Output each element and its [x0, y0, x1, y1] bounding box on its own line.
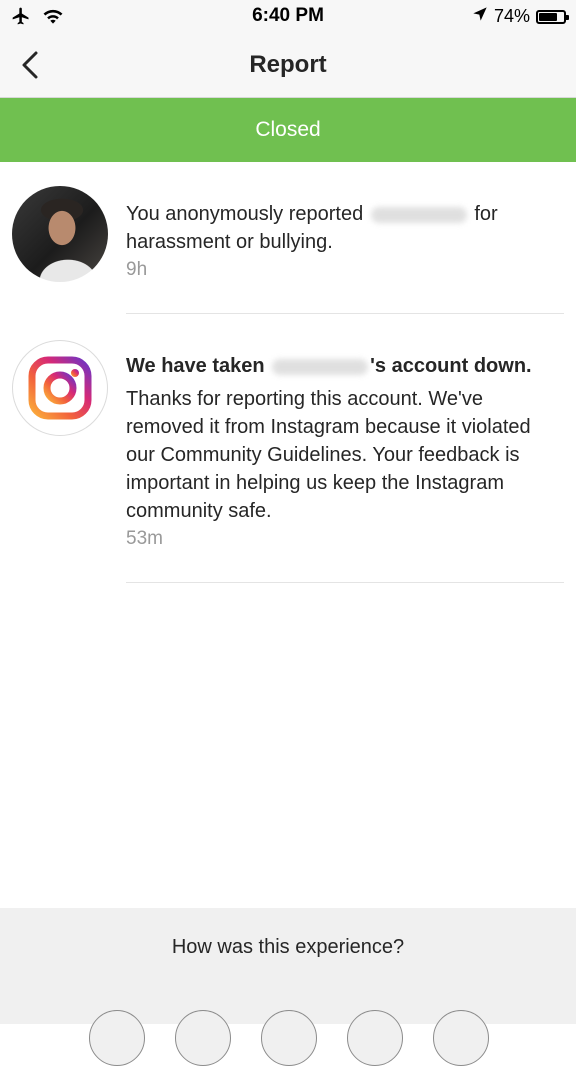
divider: [126, 582, 564, 583]
headline-before: We have taken: [126, 355, 265, 377]
report-message: You anonymously reported for harassment …: [126, 200, 558, 284]
reporter-avatar: [12, 186, 108, 282]
report-timestamp: 9h: [126, 259, 148, 280]
battery-percent: 74%: [493, 6, 530, 26]
redacted-username: [272, 358, 369, 375]
resolution-message: We have taken 's account down. Thanks fo…: [126, 352, 558, 553]
rating-option-1[interactable]: [89, 1010, 145, 1066]
instagram-logo-avatar: [12, 340, 108, 436]
status-bar: 6:40 PM 74%: [0, 0, 576, 34]
navigation-bar: Report: [0, 34, 576, 98]
feedback-panel: How was this experience?: [0, 908, 576, 1024]
resolution-body: Thanks for reporting this account. We've…: [126, 388, 531, 522]
rating-option-2[interactable]: [175, 1010, 231, 1066]
divider: [126, 313, 564, 314]
feedback-question: How was this experience?: [171, 936, 405, 958]
status-banner: Closed: [0, 98, 576, 162]
page-title: Report: [249, 51, 327, 78]
rating-option-3[interactable]: [261, 1010, 317, 1066]
report-item: You anonymously reported for harassment …: [0, 186, 576, 314]
resolution-headline: We have taken 's account down.: [126, 352, 558, 380]
resolution-timestamp: 53m: [126, 528, 163, 549]
battery-level-fill: [539, 12, 557, 21]
instagram-logo-icon: [28, 356, 92, 420]
redacted-username: [370, 206, 467, 223]
status-bar-right: 74%: [472, 6, 569, 27]
battery-icon: [536, 9, 569, 24]
report-text-before: You anonymously reported: [126, 203, 364, 225]
headline-after: 's account down.: [370, 355, 532, 377]
rating-option-4[interactable]: [347, 1010, 403, 1066]
resolution-item: We have taken 's account down. Thanks fo…: [0, 340, 576, 582]
rating-option-5[interactable]: [433, 1010, 489, 1066]
location-arrow-icon: [472, 6, 488, 27]
